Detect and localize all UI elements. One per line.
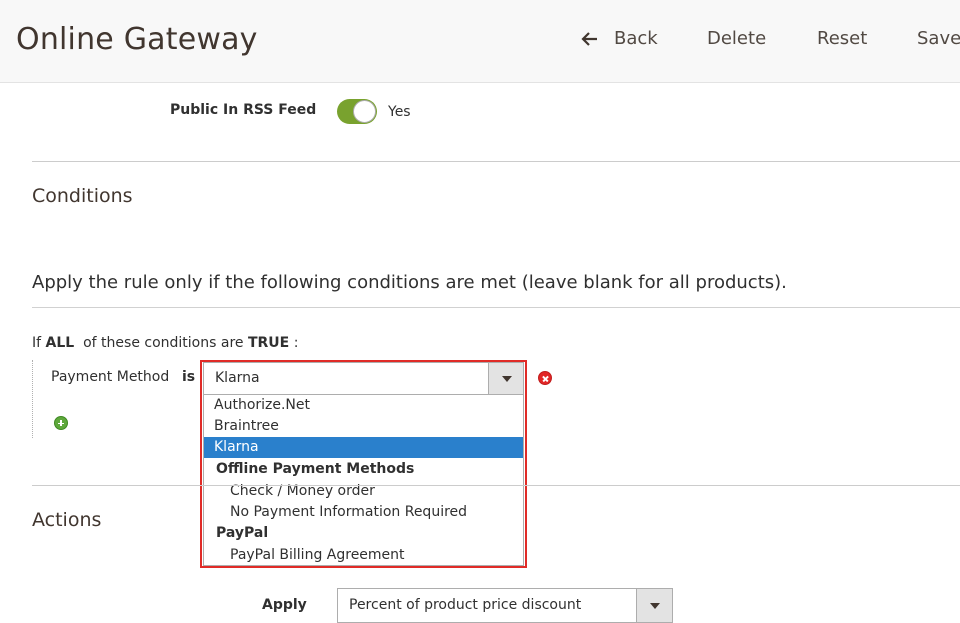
page-header: Online Gateway Back Delete Reset Save xyxy=(0,0,960,83)
rss-feed-value: Yes xyxy=(388,104,411,120)
rss-feed-label: Public In RSS Feed xyxy=(170,102,317,118)
aggregator-selector[interactable]: ALL xyxy=(46,335,75,351)
remove-condition-icon[interactable] xyxy=(538,371,552,385)
apply-select[interactable]: Percent of product price discount xyxy=(337,588,673,623)
apply-label: Apply xyxy=(262,597,307,613)
condition-tree-line xyxy=(32,360,33,438)
rss-feed-toggle[interactable] xyxy=(337,99,377,124)
truth-selector[interactable]: TRUE xyxy=(248,335,289,351)
fieldset-divider xyxy=(32,307,960,308)
conditions-section-title[interactable]: Conditions xyxy=(32,185,133,207)
rule-conditions-title: Apply the rule only if the following con… xyxy=(32,272,787,293)
back-label: Back xyxy=(614,28,658,49)
condition-operator[interactable]: is xyxy=(182,369,195,385)
page-title: Online Gateway xyxy=(16,22,258,57)
if-prefix: If xyxy=(32,335,42,351)
chevron-down-icon[interactable] xyxy=(636,589,672,622)
actions-section-title[interactable]: Actions xyxy=(32,509,101,531)
back-button[interactable]: Back xyxy=(580,28,658,49)
if-suffix: : xyxy=(293,335,299,351)
toggle-knob xyxy=(353,100,376,123)
apply-selected: Percent of product price discount xyxy=(349,597,582,613)
if-middle: of these conditions are xyxy=(83,335,244,351)
arrow-left-icon xyxy=(581,31,597,46)
delete-button[interactable]: Delete xyxy=(707,28,766,49)
highlight-annotation xyxy=(200,360,527,568)
add-condition-icon[interactable] xyxy=(54,416,68,430)
reset-button[interactable]: Reset xyxy=(817,28,867,49)
save-button[interactable]: Save xyxy=(917,28,960,49)
section-divider xyxy=(32,485,960,486)
condition-combine-line: If ALL of these conditions are TRUE : xyxy=(32,335,298,351)
condition-attribute: Payment Method xyxy=(51,369,170,385)
section-divider xyxy=(32,161,960,162)
